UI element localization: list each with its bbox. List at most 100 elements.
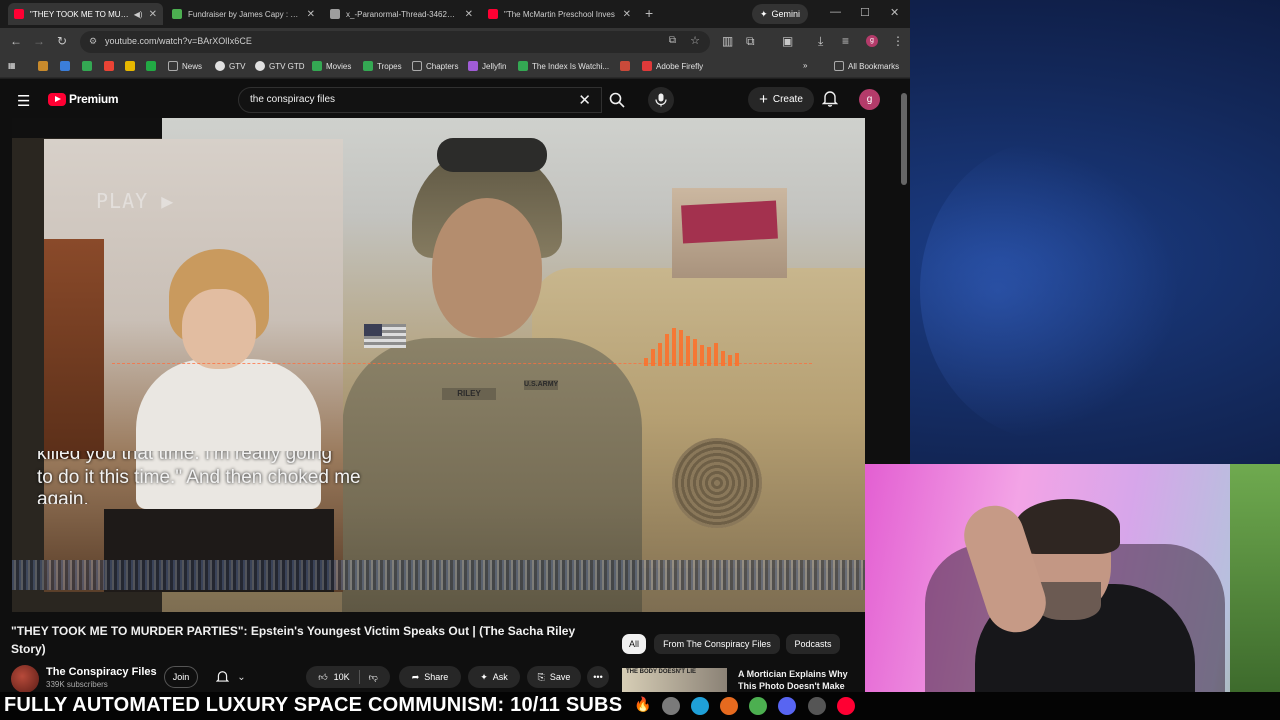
puzzle-icon[interactable]: ⧉ [746, 34, 755, 49]
sheets-icon [363, 61, 373, 71]
tab-youtube-video[interactable]: "THEY TOOK ME TO MURD ◀) ✕ [8, 3, 163, 25]
account-avatar[interactable]: g [859, 89, 880, 110]
stream-ticker: FULLY AUTOMATED LUXURY SPACE COMMUNISM: … [0, 692, 1280, 720]
bookmark-gtv-gtd[interactable]: GTV GTD [255, 61, 305, 71]
equalizer-bar [700, 345, 704, 366]
site-info-icon[interactable]: ⚙ [89, 36, 97, 47]
photo-shelf [44, 239, 104, 459]
bookmark-item[interactable] [82, 61, 92, 71]
bookmark-adobe-firefly[interactable]: Adobe Firefly [642, 61, 703, 71]
tab-paranormal-thread[interactable]: x_-Paranormal-Thread-3462956 ✕ [324, 3, 479, 25]
close-window-icon[interactable]: ✕ [890, 6, 899, 19]
close-tab-icon[interactable]: ✕ [307, 9, 315, 20]
sparkle-icon: ✦ [759, 8, 768, 19]
ask-label: Ask [492, 672, 508, 682]
youtube-header: ☰ Premium the conspiracy files ✕ + Create… [0, 79, 910, 119]
cast-icon[interactable]: ⧉ [669, 35, 676, 46]
browser-toolbar: ← → ↻ ⚙ youtube.com/watch?v=BArXOlIx6CE … [0, 28, 910, 56]
join-button[interactable]: Join [164, 666, 198, 688]
scrollbar-thumb[interactable] [901, 93, 907, 185]
channel-name[interactable]: The Conspiracy Files [46, 666, 157, 678]
bookmark-tropes[interactable]: Tropes [363, 61, 402, 71]
firefox-icon[interactable] [720, 697, 738, 715]
create-button[interactable]: + Create [748, 87, 814, 112]
tab-fundraiser[interactable]: Fundraiser by James Capy : Sup ✕ [166, 3, 321, 25]
chip-from-channel[interactable]: From The Conspiracy Files [654, 634, 780, 654]
bookmark-overflow-icon[interactable]: » [803, 61, 807, 70]
bookmark-item[interactable] [146, 61, 156, 71]
share-button[interactable]: ➦ Share [399, 666, 461, 688]
recommended-thumbnail[interactable]: THE BODY DOESN'T LIE [622, 668, 727, 692]
kebab-menu-icon[interactable]: ⋮ [892, 34, 904, 48]
tank-vent [672, 438, 762, 528]
search-button[interactable] [602, 87, 632, 113]
close-tab-icon[interactable]: ✕ [465, 9, 473, 20]
thumbs-down-icon[interactable]: 👎︎ [369, 672, 378, 683]
save-button[interactable]: ⎘ Save [527, 666, 581, 688]
chip-all[interactable]: All [622, 634, 646, 654]
equalizer-bar [721, 351, 725, 366]
address-bar[interactable]: ⚙ youtube.com/watch?v=BArXOlIx6CE ⧉ ☆ [80, 31, 710, 53]
download-icon[interactable]: ⤓ [818, 34, 823, 49]
github-icon [255, 61, 265, 71]
sidebar-icon[interactable]: ▣ [782, 34, 793, 48]
extension-icon[interactable]: ▥ [722, 34, 733, 48]
video-player[interactable]: RILEY U.S.ARMY PLAY ▶ killed you that ti… [12, 118, 865, 612]
speaker-icon[interactable]: ◀) [134, 10, 143, 19]
bookmark-news[interactable]: News [168, 61, 202, 71]
bookmark-jellyfin[interactable]: Jellyfin [468, 61, 506, 71]
search-input[interactable]: the conspiracy files ✕ [238, 87, 602, 113]
notifications-button[interactable] [821, 90, 839, 112]
edge-icon[interactable] [691, 697, 709, 715]
apps-grid-icon[interactable]: ▦ [8, 61, 16, 70]
close-tab-icon[interactable]: ✕ [623, 9, 631, 20]
hamburger-menu-icon[interactable]: ☰ [17, 92, 30, 110]
bookmark-item[interactable] [38, 61, 48, 71]
github-icon[interactable] [662, 697, 680, 715]
forward-arrow-icon[interactable]: → [33, 34, 45, 48]
new-tab-button[interactable]: + [645, 5, 653, 21]
subscribed-bell-button[interactable]: ⌄ [206, 666, 256, 688]
ask-button[interactable]: ✦ Ask [468, 666, 520, 688]
save-label: Save [549, 672, 571, 682]
bookmark-item[interactable] [620, 61, 630, 71]
more-actions-button[interactable]: ••• [587, 666, 609, 688]
chip-podcasts[interactable]: Podcasts [786, 634, 840, 654]
bookmark-item[interactable] [104, 61, 114, 71]
recommended-title[interactable]: A Mortician Explains Why This Photo Does… [738, 668, 868, 692]
bookmark-star-icon[interactable]: ☆ [690, 34, 700, 47]
minimize-icon[interactable]: — [830, 6, 841, 18]
army-tag: U.S.ARMY [524, 380, 559, 390]
clear-search-icon[interactable]: ✕ [578, 91, 591, 109]
tab-title: Fundraiser by James Capy : Sup [188, 9, 301, 19]
bookmark-gtv[interactable]: GTV [215, 61, 245, 71]
tab-mcmartin[interactable]: "The McMartin Preschool Inves ✕ [482, 3, 637, 25]
reload-icon[interactable]: ↻ [57, 34, 67, 48]
bookmark-chapters[interactable]: Chapters [412, 61, 458, 71]
obs-icon[interactable] [808, 697, 826, 715]
search-icon [609, 92, 625, 108]
gemini-label: Gemini [771, 9, 801, 19]
discord-icon[interactable] [778, 697, 796, 715]
like-button[interactable]: 👍︎ 10K [318, 672, 349, 683]
back-arrow-icon[interactable]: ← [10, 34, 22, 48]
search-value: the conspiracy files [250, 94, 336, 105]
like-dislike-group: 👍︎ 10K 👎︎ [306, 666, 390, 688]
youtube-icon[interactable] [837, 697, 855, 715]
voice-search-button[interactable] [648, 87, 674, 113]
maximize-icon[interactable]: ☐ [860, 6, 870, 19]
all-bookmarks[interactable]: All Bookmarks [834, 61, 899, 71]
chrome-icon[interactable] [749, 697, 767, 715]
bookmark-item[interactable] [60, 61, 70, 71]
media-control-icon[interactable]: ≡ [842, 34, 849, 48]
bookmark-label: Chapters [426, 61, 459, 71]
bookmark-movies[interactable]: Movies [312, 61, 351, 71]
profile-avatar[interactable]: g [866, 35, 878, 47]
thumbs-up-icon: 👍︎ [318, 671, 328, 682]
youtube-logo[interactable]: Premium [48, 92, 119, 106]
bookmark-index[interactable]: The Index Is Watchi... [518, 61, 609, 71]
gemini-button[interactable]: ✦ Gemini [752, 4, 808, 24]
channel-avatar[interactable] [11, 665, 39, 692]
close-tab-icon[interactable]: ✕ [149, 9, 157, 20]
bookmark-item[interactable] [125, 61, 135, 71]
